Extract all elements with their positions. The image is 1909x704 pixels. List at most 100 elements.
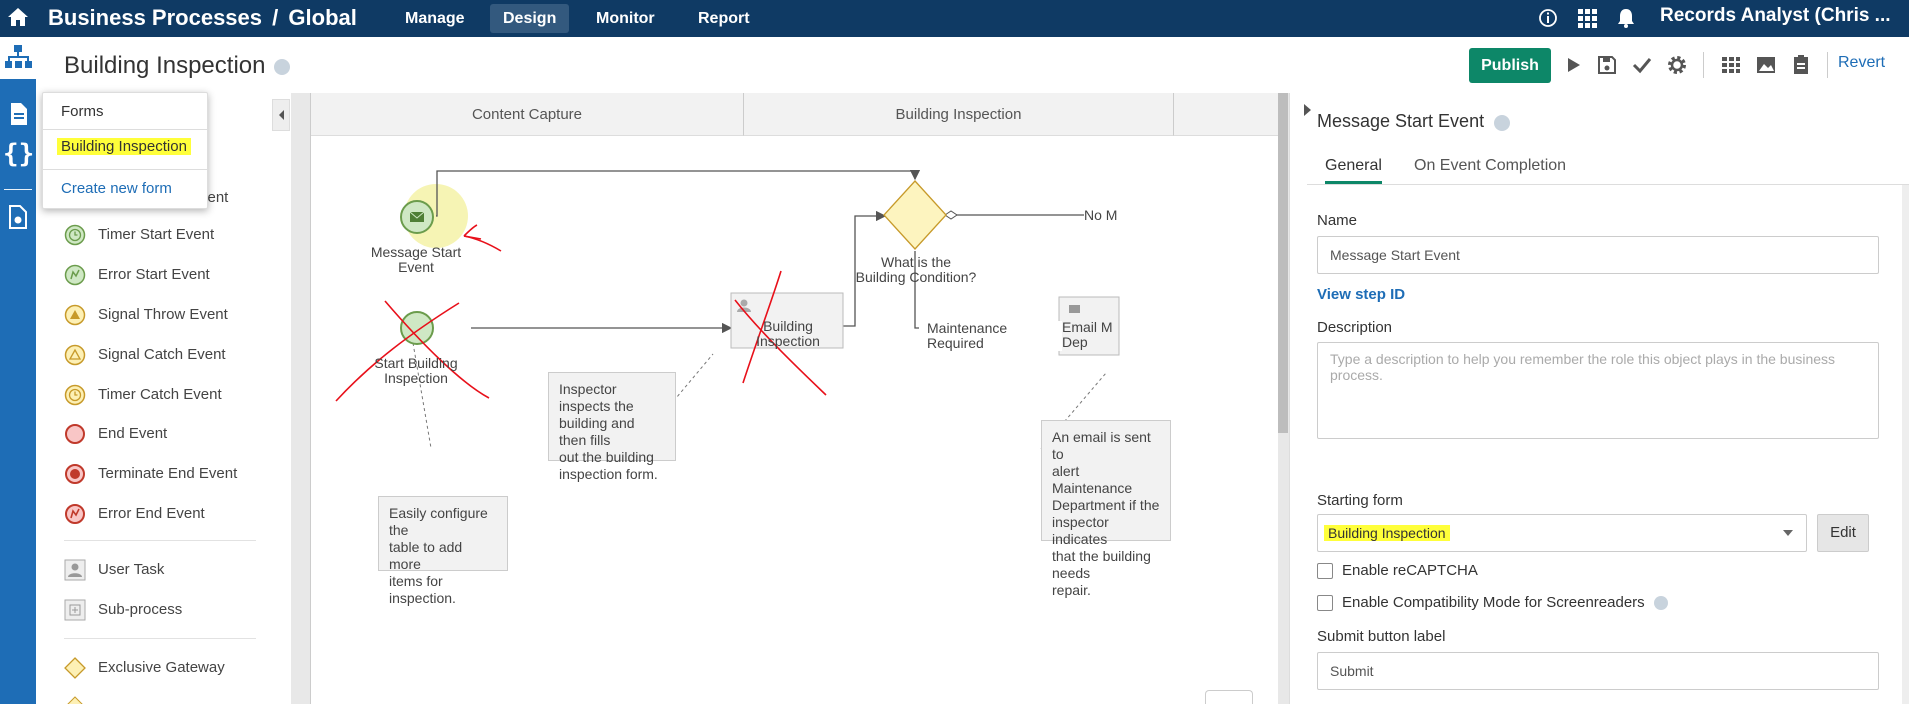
- palette-item-label: Timer Start Event: [98, 226, 215, 243]
- page-header: Building Inspection: [36, 37, 1909, 93]
- forms-dropdown-heading: Forms: [61, 103, 104, 120]
- error-end-icon: [65, 504, 85, 524]
- user-task-icon: [64, 559, 86, 581]
- end-event-icon: [65, 424, 85, 444]
- building-condition-gateway[interactable]: [883, 180, 947, 250]
- flow-connectors: [335, 169, 1120, 450]
- page-title: Building Inspection: [64, 52, 266, 79]
- terminate-end-icon: [65, 464, 85, 484]
- toolbar-divider: [1827, 52, 1828, 78]
- palette-item-label: Signal Throw Event: [98, 306, 228, 323]
- error-start-icon: [64, 264, 86, 286]
- app-grid-icon[interactable]: [1576, 7, 1598, 29]
- publish-button[interactable]: Publish: [1469, 48, 1551, 83]
- help-icon[interactable]: [274, 59, 290, 75]
- description-label: Description: [1317, 319, 1393, 336]
- starting-form-value: Building Inspection: [1324, 525, 1450, 541]
- name-input[interactable]: [1317, 236, 1879, 274]
- timer-start-icon: [64, 224, 86, 246]
- submit-label-label: Submit button label: [1317, 628, 1446, 645]
- palette-item-label: Exclusive Gateway: [98, 659, 225, 676]
- help-icon[interactable]: [1494, 115, 1510, 131]
- user-menu[interactable]: Records Analyst (Chris ...: [1660, 5, 1891, 27]
- hierarchy-icon: [5, 45, 32, 68]
- forms-dropdown-option[interactable]: Building Inspection: [57, 138, 191, 155]
- left-rail: {}: [0, 37, 36, 704]
- document-settings-icon[interactable]: [3, 202, 33, 232]
- tab-divider: [1307, 184, 1909, 185]
- bell-icon[interactable]: [1615, 7, 1637, 29]
- starting-form-select[interactable]: Building Inspection: [1317, 514, 1807, 552]
- validate-check-icon[interactable]: [1630, 53, 1654, 77]
- flow-maintenance-label: Maintenance Required: [927, 321, 1062, 351]
- canvas-scrollbar[interactable]: [1278, 93, 1288, 433]
- tab-on-event-completion[interactable]: On Event Completion: [1414, 157, 1566, 175]
- timer-catch-icon: [64, 384, 86, 406]
- description-textarea[interactable]: [1317, 342, 1879, 439]
- start-building-label: Start Building Inspection: [374, 355, 458, 386]
- exclusive-gateway-icon: [64, 657, 86, 679]
- recaptcha-label: Enable reCAPTCHA: [1342, 562, 1478, 579]
- panel-title: Message Start Event: [1317, 111, 1485, 131]
- home-icon[interactable]: [6, 5, 30, 29]
- process-model-rail-button[interactable]: [0, 37, 36, 79]
- dropdown-divider: [43, 129, 209, 130]
- compat-mode-label: Enable Compatibility Mode for Screenread…: [1342, 594, 1645, 611]
- revert-link[interactable]: Revert: [1838, 54, 1885, 72]
- nav-monitor[interactable]: Monitor: [583, 4, 668, 33]
- note-table[interactable]: Easily configure the table to add more i…: [378, 496, 508, 606]
- app-scope: Global: [288, 5, 357, 30]
- compat-mode-checkbox[interactable]: [1317, 595, 1333, 611]
- name-label: Name: [1317, 212, 1358, 229]
- panel-scrollbar[interactable]: [1902, 185, 1909, 704]
- title-separator: /: [272, 5, 279, 30]
- note-email[interactable]: An email is sent to alert Maintenance De…: [1041, 420, 1171, 598]
- signal-catch-icon: [64, 344, 86, 366]
- process-canvas[interactable]: Content Capture Building Inspection Mess…: [291, 93, 1289, 704]
- expand-panel-icon[interactable]: [1302, 103, 1314, 117]
- view-step-id-link[interactable]: View step ID: [1317, 286, 1405, 303]
- dropdown-divider: [43, 169, 209, 170]
- properties-panel: Message Start Event General On Event Com…: [1289, 93, 1909, 704]
- table-grid-icon[interactable]: [1719, 53, 1743, 77]
- nav-design[interactable]: Design: [490, 4, 570, 33]
- toolbar-divider: [1703, 52, 1704, 78]
- image-icon[interactable]: [1754, 53, 1778, 77]
- palette-item-label: User Task: [98, 561, 165, 578]
- canvas-area[interactable]: Content Capture Building Inspection Mess…: [310, 93, 1279, 704]
- sub-process-icon: [64, 599, 86, 621]
- palette-item-label: Terminate End Event: [98, 465, 238, 482]
- save-icon[interactable]: [1595, 53, 1619, 77]
- clipboard-icon[interactable]: [1789, 53, 1813, 77]
- palette-divider: [64, 638, 256, 639]
- minimap-toggle[interactable]: [1205, 690, 1253, 704]
- scripts-icon[interactable]: {}: [3, 139, 34, 169]
- chevron-left-icon: [279, 110, 284, 120]
- email-task-label: Email M Dep: [1062, 319, 1113, 350]
- tab-general[interactable]: General: [1325, 157, 1382, 184]
- gear-icon[interactable]: [1665, 53, 1689, 77]
- help-icon[interactable]: [1654, 596, 1668, 610]
- envelope-icon: [1069, 305, 1080, 313]
- palette-divider: [64, 540, 256, 541]
- palette-item-label: End Event: [98, 425, 168, 442]
- rail-divider: [4, 189, 32, 190]
- info-icon[interactable]: [1537, 7, 1559, 29]
- note-inspector[interactable]: Inspector inspects the building and then…: [548, 372, 676, 482]
- palette-item-label: Signal Catch Event: [98, 346, 226, 363]
- nav-report[interactable]: Report: [685, 4, 763, 33]
- forms-icon[interactable]: [3, 99, 33, 129]
- nav-manage[interactable]: Manage: [392, 4, 478, 33]
- app-name: Business Processes: [48, 5, 263, 30]
- flow-no-label: No M: [1084, 208, 1124, 223]
- palette-item-label: Sub-process: [98, 601, 183, 618]
- collapse-palette-button[interactable]: [272, 99, 290, 131]
- recaptcha-checkbox[interactable]: [1317, 563, 1333, 579]
- user-task-icon: [740, 299, 748, 307]
- submit-label-input[interactable]: [1317, 652, 1879, 690]
- play-icon[interactable]: [1561, 53, 1585, 77]
- create-new-form-link[interactable]: Create new form: [61, 180, 172, 197]
- edit-form-button[interactable]: Edit: [1817, 514, 1869, 552]
- gateway-label: What is the Building Condition?: [855, 254, 977, 285]
- app-title[interactable]: Business Processes / Global: [48, 5, 357, 31]
